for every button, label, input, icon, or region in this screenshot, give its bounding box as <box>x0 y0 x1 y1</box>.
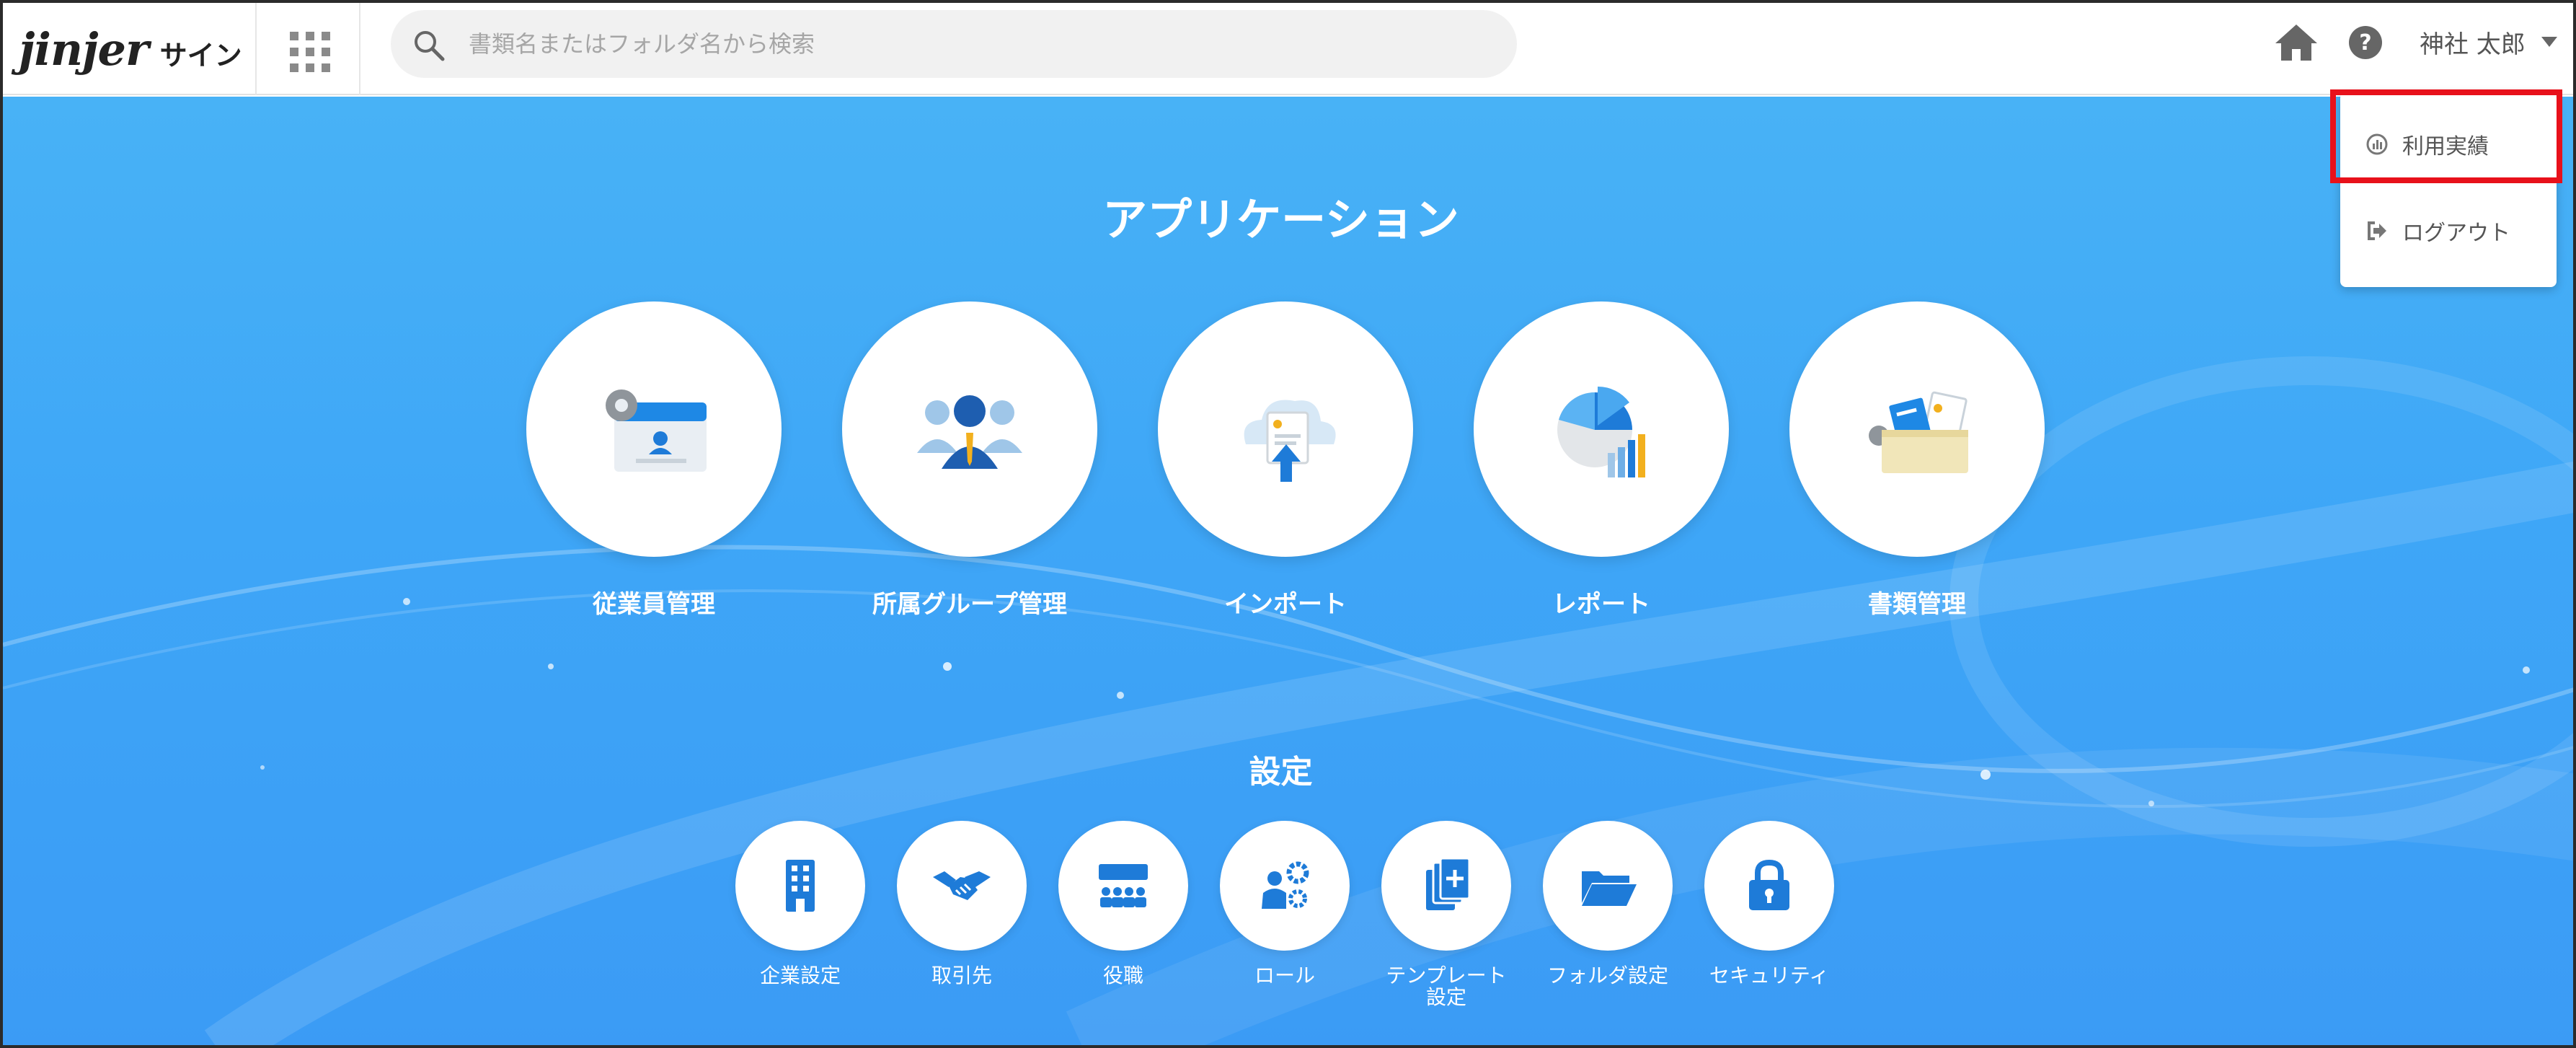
app-label: レポート <box>1552 590 1650 619</box>
highlight-box <box>2330 89 2562 183</box>
search-input[interactable] <box>469 10 1492 78</box>
app-label: 書類管理 <box>1868 590 1966 619</box>
setting-template[interactable]: テンプレート 設定 <box>1367 821 1526 1008</box>
logo-wordmark: jinjer <box>19 22 149 76</box>
help-icon[interactable]: ? <box>2347 25 2384 61</box>
search-bar <box>391 10 1517 78</box>
app-window: jinjer サイン ? 神社 太郎 <box>0 0 2576 1048</box>
building-icon <box>786 860 815 912</box>
handshake-icon <box>933 871 991 900</box>
app-circle[interactable] <box>526 301 782 557</box>
app-circle[interactable] <box>1474 301 1729 557</box>
setting-circle[interactable] <box>897 821 1027 951</box>
home-icon[interactable] <box>2274 23 2319 62</box>
main-content: アプリケーション 従業員管理 所属グループ管理 インポート レポート 書類管理 … <box>3 97 2573 1045</box>
pie-chart-icon <box>1557 386 1645 477</box>
group-people-icon <box>917 395 1022 469</box>
app-import[interactable]: インポート <box>1158 301 1413 620</box>
setting-circle[interactable] <box>735 821 865 951</box>
header-divider <box>359 3 360 95</box>
setting-circle[interactable] <box>1543 821 1673 951</box>
setting-role[interactable]: ロール <box>1205 821 1364 987</box>
setting-label: 取引先 <box>931 964 992 987</box>
app-document-management[interactable]: 書類管理 <box>1789 301 2045 620</box>
user-menu[interactable]: 神社 太郎 <box>2420 22 2557 62</box>
setting-label: 役職 <box>1102 964 1143 987</box>
app-label: 所属グループ管理 <box>872 590 1067 619</box>
cloud-upload-icon <box>1244 400 1336 482</box>
lock-icon <box>1749 859 1789 910</box>
menu-item-label: ログアウト <box>2402 221 2510 246</box>
search-icon[interactable] <box>411 27 447 63</box>
app-employee-management[interactable]: 従業員管理 <box>526 301 782 620</box>
setting-label: 企業設定 <box>759 964 841 987</box>
app-report[interactable]: レポート <box>1474 301 1729 620</box>
setting-security[interactable]: セキュリティ <box>1690 821 1849 987</box>
setting-folder[interactable]: フォルダ設定 <box>1528 821 1687 987</box>
menu-item-logout[interactable]: ログアウト <box>2340 195 2557 267</box>
setting-circle[interactable] <box>1704 821 1834 951</box>
user-name: 神社 太郎 <box>2420 30 2526 59</box>
employee-card-icon <box>606 389 707 472</box>
user-gear-icon <box>1262 861 1309 909</box>
settings-title: 設定 <box>1249 754 1313 791</box>
setting-position[interactable]: 役職 <box>1044 821 1203 987</box>
setting-label: ロール <box>1254 964 1315 987</box>
logout-icon <box>2368 221 2386 240</box>
setting-circle[interactable] <box>1220 821 1350 951</box>
setting-label: テンプレート 設定 <box>1386 964 1507 1009</box>
top-header: jinjer サイン ? 神社 太郎 <box>3 3 2573 95</box>
setting-circle[interactable] <box>1058 821 1188 951</box>
template-copy-icon <box>1426 857 1471 910</box>
document-folder-icon <box>1869 391 1968 473</box>
folder-open-icon <box>1582 871 1637 906</box>
setting-business-partner[interactable]: 取引先 <box>882 821 1041 987</box>
app-circle[interactable] <box>842 301 1097 557</box>
org-chart-icon <box>1099 864 1148 907</box>
logo-product-name: サイン <box>159 39 242 71</box>
app-circle[interactable] <box>1789 301 2045 557</box>
app-label: 従業員管理 <box>593 590 715 619</box>
app-label: インポート <box>1224 590 1347 619</box>
setting-company[interactable]: 企業設定 <box>721 821 880 987</box>
applications-title: アプリケーション <box>1102 193 1459 246</box>
setting-label: フォルダ設定 <box>1546 964 1668 987</box>
app-group-management[interactable]: 所属グループ管理 <box>842 301 1097 620</box>
setting-circle[interactable] <box>1381 821 1511 951</box>
jinjer-sign-logo[interactable]: jinjer サイン <box>19 19 257 79</box>
header-divider <box>255 3 257 95</box>
app-circle[interactable] <box>1158 301 1413 557</box>
chevron-down-icon <box>2541 37 2557 47</box>
svg-text:?: ? <box>2359 30 2371 56</box>
app-grid-icon[interactable] <box>286 27 330 72</box>
setting-label: セキュリティ <box>1709 964 1830 987</box>
